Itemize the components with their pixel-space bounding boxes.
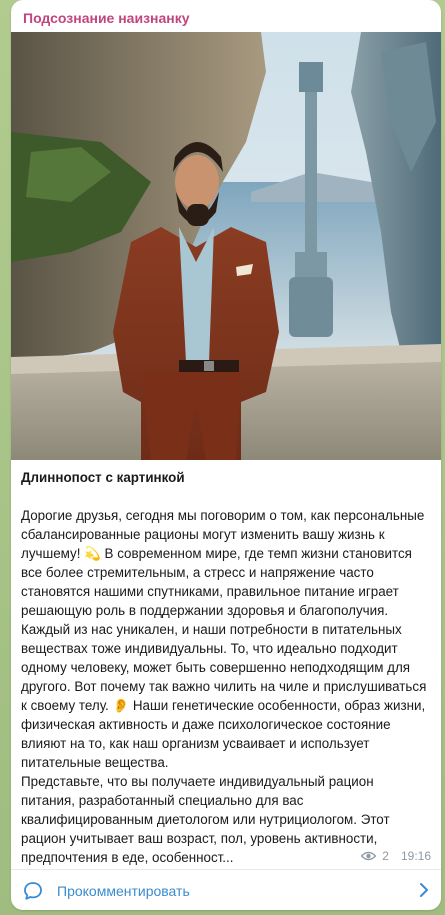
post-text: Длиннопост с картинкой Дорогие друзья, с…: [21, 468, 431, 867]
chevron-right-icon: [420, 883, 428, 897]
channel-name[interactable]: Подсознание наизнанку: [23, 10, 190, 26]
post-meta: 2 19:16: [361, 849, 431, 863]
views-count: 2: [382, 849, 389, 863]
post-title: Длиннопост с картинкой: [21, 470, 185, 485]
post-photo[interactable]: [11, 32, 441, 460]
comment-bubble-icon: [24, 881, 42, 900]
eye-icon: [361, 851, 377, 861]
channel-post: Подсознание наизнанку Длиннопост с карти…: [11, 0, 441, 910]
comment-button[interactable]: Прокомментировать: [11, 869, 441, 910]
post-paragraph: Каждый из нас уникален, и наши потребнос…: [21, 622, 427, 770]
post-paragraph: Дорогие друзья, сегодня мы поговорим о т…: [21, 508, 425, 618]
man-in-brown-suit-by-sea-photo: [11, 32, 441, 460]
post-time: 19:16: [400, 849, 431, 863]
comment-button-label: Прокомментировать: [57, 882, 190, 899]
